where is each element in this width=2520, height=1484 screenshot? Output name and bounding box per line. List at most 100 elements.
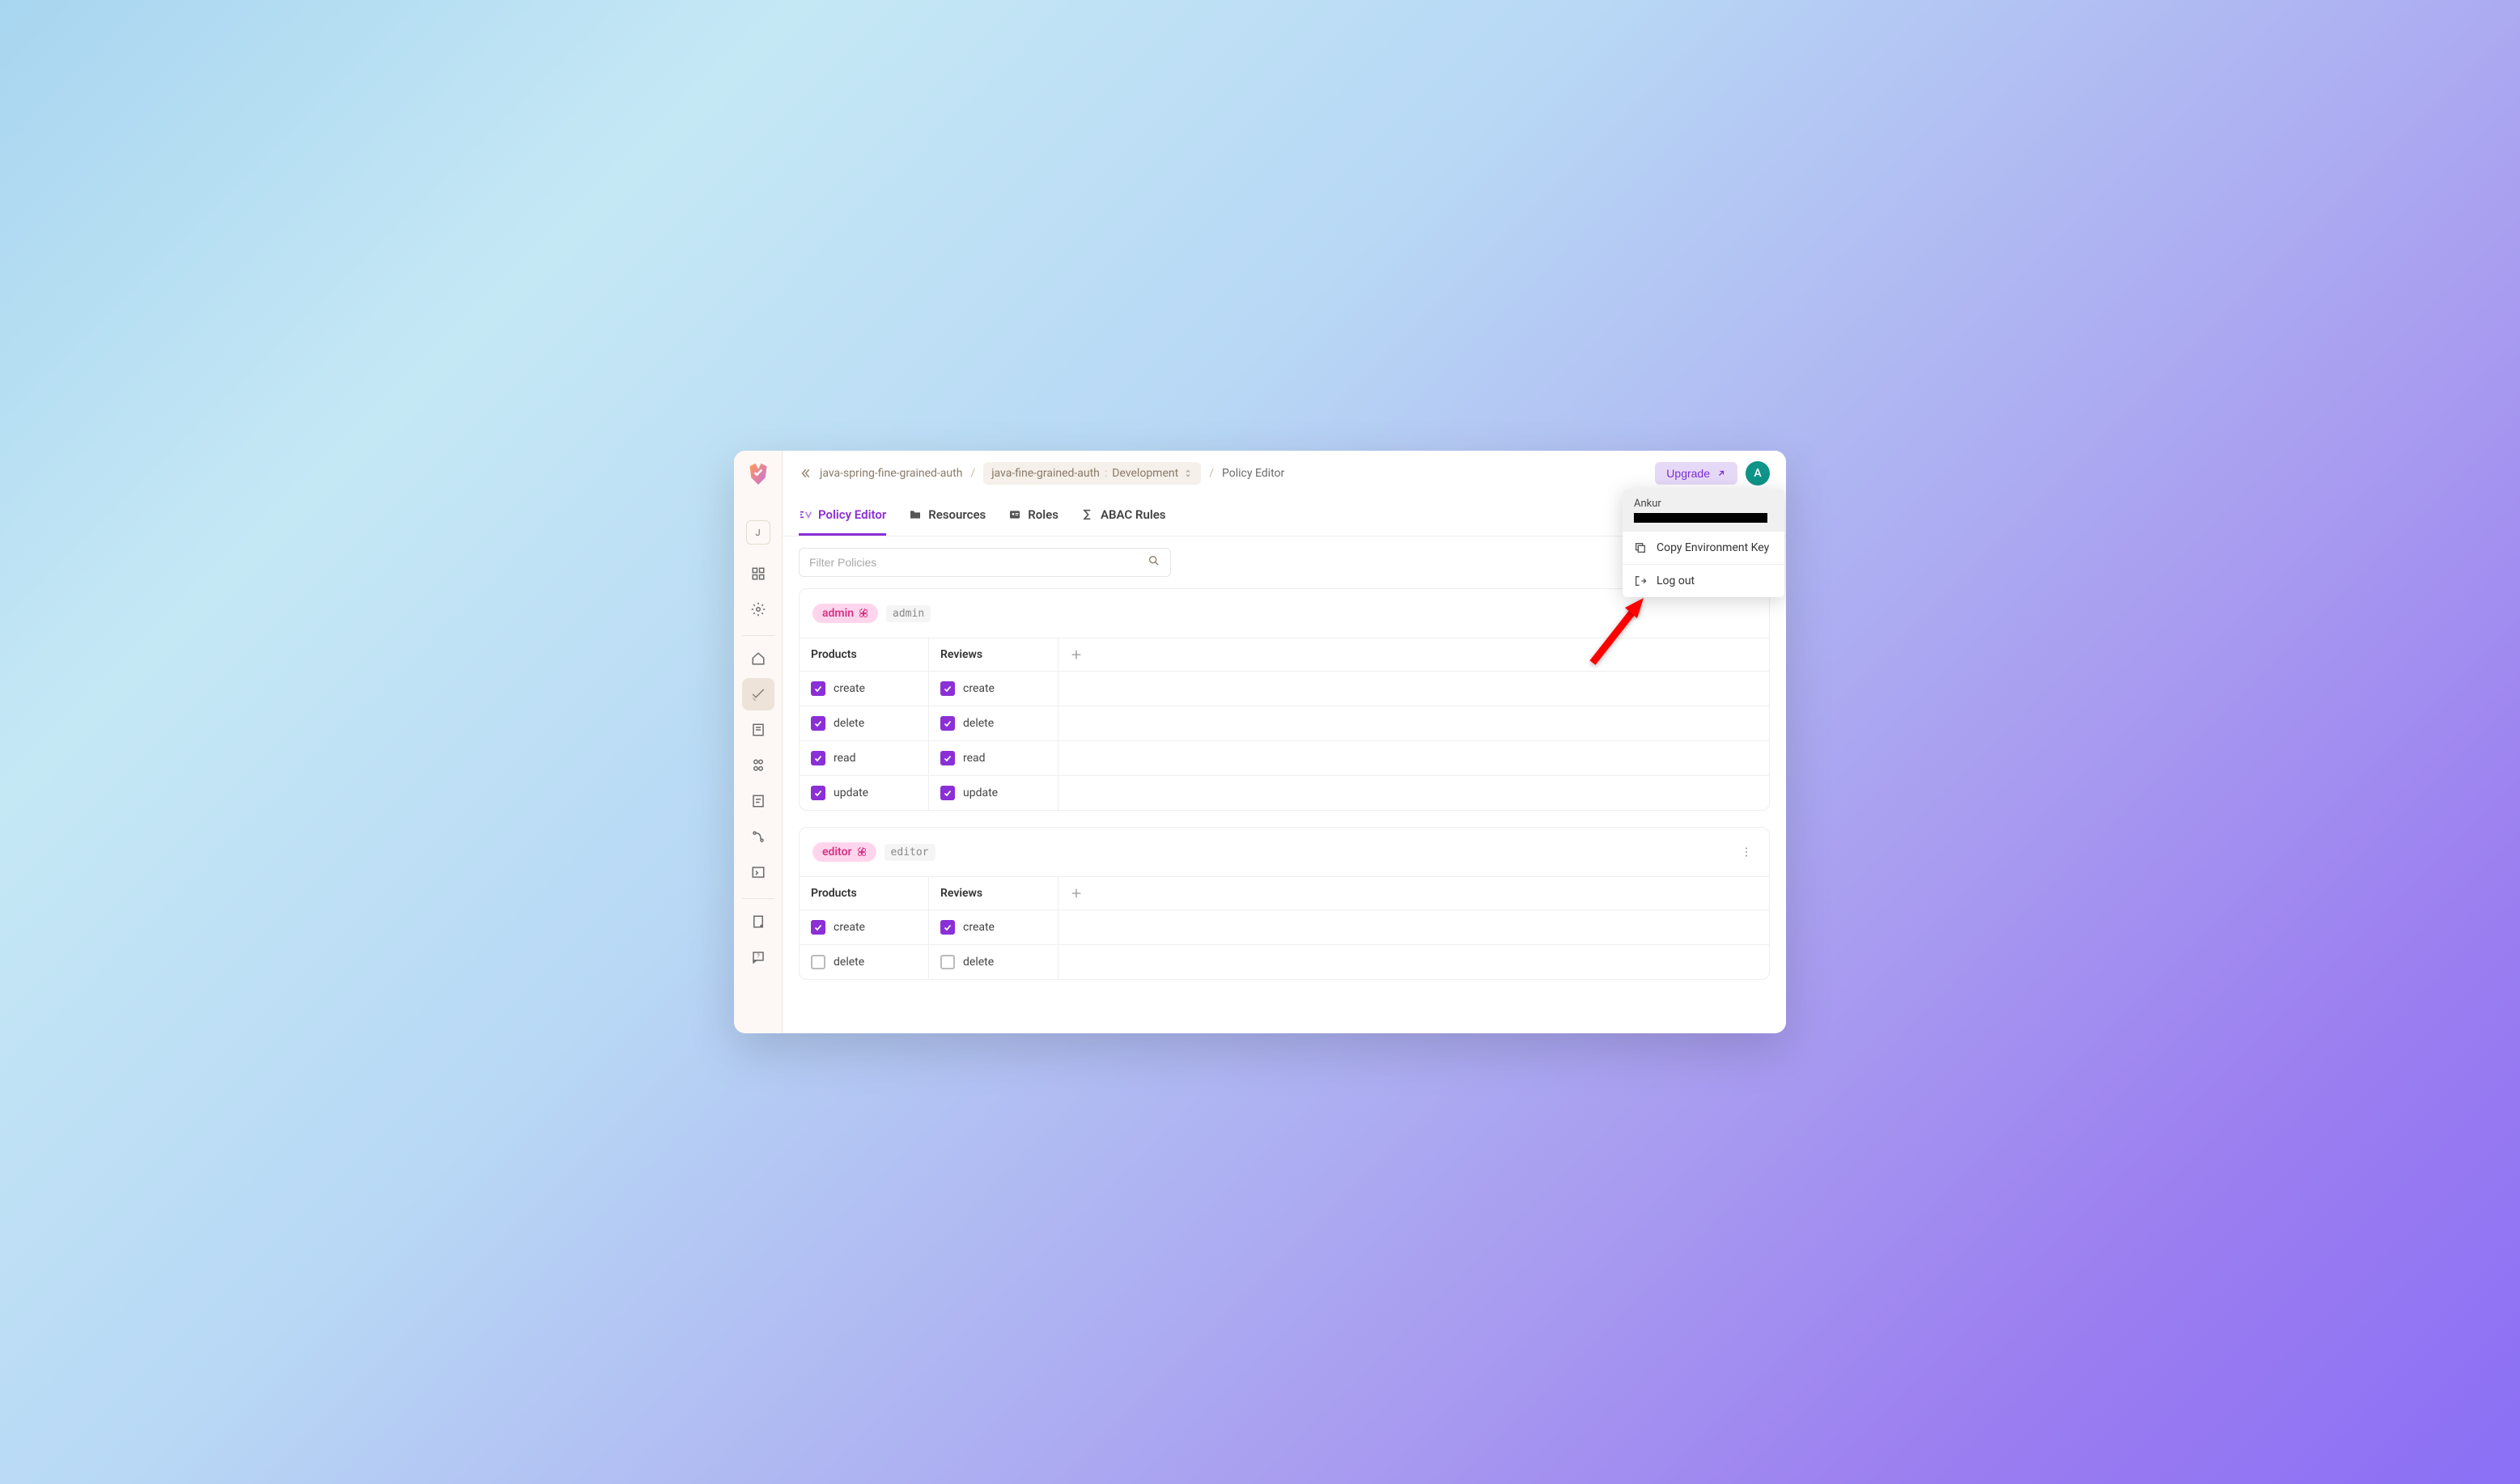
permission-cell[interactable]: delete (800, 944, 929, 979)
breadcrumb-collapse-icon[interactable] (799, 467, 812, 480)
role-key: editor (885, 844, 935, 861)
filter-input[interactable] (809, 556, 1148, 569)
workspace-badge[interactable]: J (746, 520, 770, 545)
permission-label: create (963, 921, 995, 934)
tab-policy-editor[interactable]: Policy Editor (799, 496, 886, 536)
card-menu-icon[interactable] (1737, 842, 1756, 862)
external-link-icon (1716, 469, 1726, 478)
column-header: Reviews (929, 876, 1058, 909)
checkbox[interactable] (940, 920, 955, 935)
tab-resources[interactable]: Resources (909, 496, 986, 536)
permission-cell[interactable]: read (800, 740, 929, 775)
permission-label: read (963, 752, 986, 765)
permission-label: update (963, 787, 998, 799)
sidebar: J ? (734, 451, 783, 1033)
upgrade-label: Upgrade (1666, 467, 1710, 480)
permission-label: delete (834, 956, 864, 969)
tab-roles[interactable]: Roles (1008, 496, 1058, 536)
command-icon (859, 608, 868, 618)
tab-abac[interactable]: ABAC Rules (1081, 496, 1166, 536)
tab-label: Resources (928, 507, 986, 522)
logout-icon (1634, 575, 1647, 587)
card-header: editor editor (800, 828, 1769, 876)
checkbox[interactable] (811, 751, 825, 765)
copy-env-key[interactable]: Copy Environment Key (1623, 531, 1784, 564)
add-resource[interactable] (1058, 876, 1769, 909)
permission-label: create (963, 682, 995, 695)
nav-docs-icon[interactable] (742, 905, 774, 938)
nav-home-icon[interactable] (742, 642, 774, 675)
tab-label: ABAC Rules (1101, 507, 1166, 522)
copy-icon (1634, 541, 1647, 554)
copy-env-label: Copy Environment Key (1657, 541, 1769, 554)
app-logo (747, 462, 770, 485)
policy-editor-icon (799, 508, 812, 521)
role-pill[interactable]: admin (812, 604, 878, 623)
svg-text:?: ? (757, 952, 760, 960)
checkbox[interactable] (940, 786, 955, 800)
empty-cell (1058, 706, 1769, 740)
permission-cell[interactable]: update (929, 775, 1058, 810)
sidebar-divider (742, 635, 774, 636)
add-resource[interactable] (1058, 638, 1769, 671)
nav-resources-icon[interactable] (742, 714, 774, 746)
column-header: Products (800, 876, 929, 909)
checkbox[interactable] (940, 955, 955, 969)
permission-cell[interactable]: delete (929, 706, 1058, 740)
breadcrumb-project[interactable]: java-spring-fine-grained-auth (820, 467, 962, 480)
permission-cell[interactable]: update (800, 775, 929, 810)
checkbox[interactable] (811, 681, 825, 696)
dropdown-header: Ankur (1623, 490, 1784, 531)
permission-label: create (834, 921, 865, 934)
permission-label: create (834, 682, 865, 695)
role-key: admin (886, 605, 931, 622)
role-pill[interactable]: editor (812, 842, 876, 862)
user-name: Ankur (1634, 498, 1773, 510)
nav-connect-icon[interactable] (742, 820, 774, 853)
nav-help-icon[interactable]: ? (742, 941, 774, 973)
nav-settings-icon[interactable] (742, 593, 774, 625)
empty-cell (1058, 944, 1769, 979)
filter-search[interactable] (799, 548, 1171, 577)
empty-cell (1058, 775, 1769, 810)
command-icon (857, 847, 867, 857)
permission-cell[interactable]: create (929, 909, 1058, 944)
checkbox[interactable] (811, 716, 825, 731)
logout[interactable]: Log out (1623, 564, 1784, 597)
empty-cell (1058, 740, 1769, 775)
sigma-icon (1081, 508, 1094, 521)
permission-label: delete (963, 956, 994, 969)
checkbox[interactable] (940, 716, 955, 731)
column-header: Products (800, 638, 929, 671)
checkbox[interactable] (811, 955, 825, 969)
permission-label: delete (963, 717, 994, 730)
upgrade-button[interactable]: Upgrade (1655, 462, 1737, 485)
sidebar-divider (742, 898, 774, 899)
id-icon (1008, 508, 1021, 521)
checkbox[interactable] (940, 681, 955, 696)
checkbox[interactable] (811, 920, 825, 935)
nav-apps-icon[interactable] (742, 558, 774, 590)
policy-card: adminadminProductsReviewscreatecreatedel… (799, 588, 1770, 811)
breadcrumb-current: Policy Editor (1222, 467, 1284, 480)
permission-cell[interactable]: create (929, 671, 1058, 706)
search-icon (1148, 554, 1160, 570)
permission-cell[interactable]: delete (929, 944, 1058, 979)
breadcrumb-env-selector[interactable]: java-fine-grained-auth : Development (983, 462, 1201, 485)
permission-cell[interactable]: delete (800, 706, 929, 740)
permission-label: delete (834, 717, 864, 730)
nav-users-icon[interactable] (742, 749, 774, 782)
permission-cell[interactable]: create (800, 909, 929, 944)
role-name: admin (822, 607, 854, 620)
permission-cell[interactable]: read (929, 740, 1058, 775)
permission-cell[interactable]: create (800, 671, 929, 706)
tab-label: Roles (1028, 507, 1058, 522)
nav-policy-icon[interactable] (742, 678, 774, 710)
checkbox[interactable] (811, 786, 825, 800)
card-header: admin admin (800, 589, 1769, 638)
policy-grid: ProductsReviews create create delete delete (800, 876, 1769, 979)
checkbox[interactable] (940, 751, 955, 765)
nav-terminal-icon[interactable] (742, 856, 774, 888)
nav-audit-icon[interactable] (742, 785, 774, 817)
user-avatar[interactable]: A (1746, 461, 1770, 485)
